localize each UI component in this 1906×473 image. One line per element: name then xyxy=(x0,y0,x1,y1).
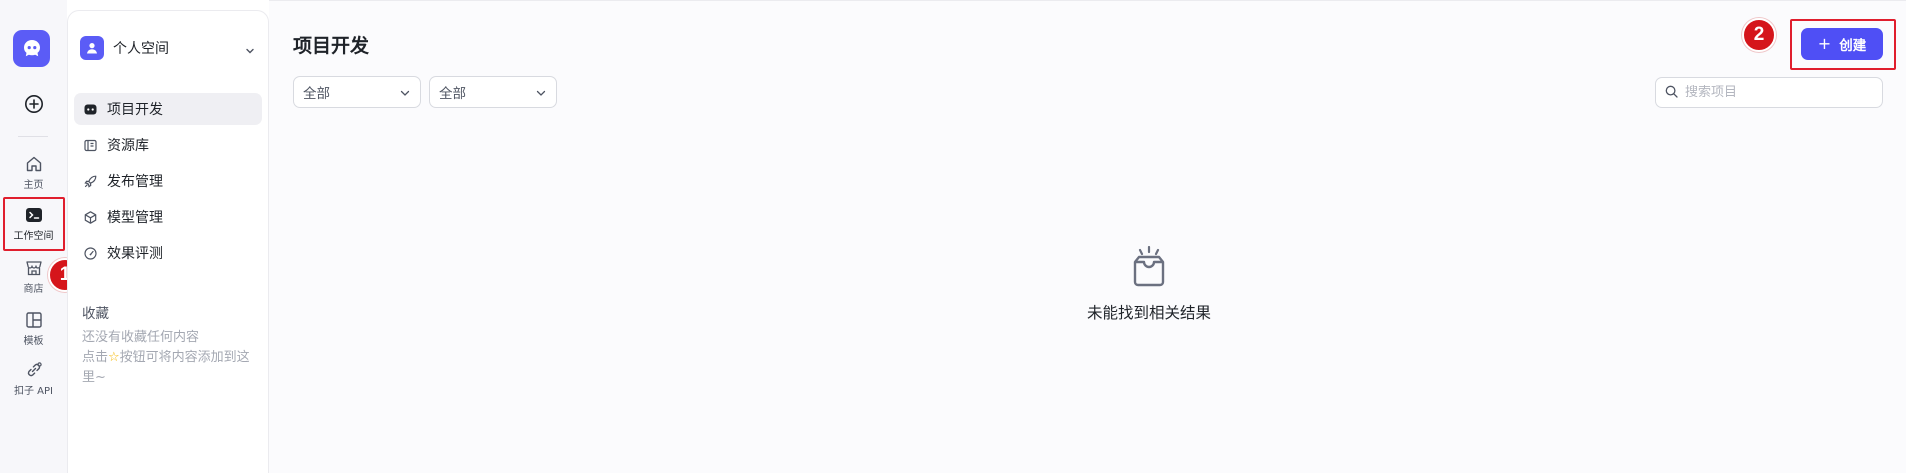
create-button[interactable]: + 创建 xyxy=(1801,28,1883,60)
nav-item-label: 资源库 xyxy=(107,138,149,154)
rail-divider xyxy=(18,136,48,137)
nav-item-label: 发布管理 xyxy=(107,174,163,190)
empty-inbox-icon xyxy=(999,245,1299,292)
rocket-icon xyxy=(83,174,97,188)
filter-status-value: 全部 xyxy=(439,86,466,102)
add-circle-icon[interactable] xyxy=(0,94,67,114)
rail-label: 模板 xyxy=(23,336,44,347)
nav-item-models[interactable]: 模型管理 xyxy=(74,201,262,233)
terminal-icon xyxy=(25,206,43,224)
nav-item-evaluation[interactable]: 效果评测 xyxy=(74,237,262,269)
space-name: 个人空间 xyxy=(113,41,169,57)
library-icon xyxy=(83,138,97,152)
nav-item-project-dev[interactable]: 项目开发 xyxy=(74,93,262,125)
rail-item-home[interactable]: 主页 xyxy=(0,155,67,191)
filter-type-value: 全部 xyxy=(303,86,330,102)
plus-icon: + xyxy=(1817,33,1832,53)
create-button-label: 创建 xyxy=(1839,38,1867,54)
rail-label: 扣子 API xyxy=(14,386,53,397)
favorites-empty-line1: 还没有收藏任何内容 xyxy=(82,330,200,345)
nav-item-label: 项目开发 xyxy=(107,102,163,118)
nav-item-publish[interactable]: 发布管理 xyxy=(74,165,262,197)
star-icon: ☆ xyxy=(108,350,120,365)
rail-item-workspace[interactable]: 工作空间 xyxy=(0,206,67,242)
rail-item-api[interactable]: 扣子 API xyxy=(0,361,67,397)
store-icon xyxy=(25,259,43,277)
rail-label: 主页 xyxy=(23,180,44,191)
left-rail: 主页 工作空间 商店 模板 扣子 API xyxy=(0,0,67,473)
favorites-empty-text: 还没有收藏任何内容 点击☆按钮可将内容添加到这里~ xyxy=(82,328,262,388)
nav-item-label: 模型管理 xyxy=(107,210,163,226)
space-switcher[interactable]: 个人空间 xyxy=(80,35,258,61)
main-content: 项目开发 全部 全部 + 创建 未能找到相关结果 xyxy=(269,0,1906,473)
favorites-empty-prefix: 点击 xyxy=(82,350,109,365)
search-icon xyxy=(1665,83,1678,102)
filter-status-select[interactable]: 全部 xyxy=(429,76,557,108)
rail-item-templates[interactable]: 模板 xyxy=(0,311,67,347)
rail-label: 商店 xyxy=(23,284,44,295)
home-icon xyxy=(25,155,43,173)
empty-state-text: 未能找到相关结果 xyxy=(1086,304,1211,322)
nav-item-label: 效果评测 xyxy=(107,246,163,262)
nav-item-library[interactable]: 资源库 xyxy=(74,129,262,161)
step-marker-2: 2 xyxy=(1742,18,1776,52)
search-box[interactable] xyxy=(1655,77,1883,108)
page-title: 项目开发 xyxy=(293,35,370,57)
chevron-down-icon xyxy=(244,42,256,61)
secondary-nav: 个人空间 项目开发 资源库 发布管理 模型管理 效果评测 收藏 还没有收藏任何内… xyxy=(67,10,269,473)
app-logo-icon[interactable] xyxy=(13,30,50,67)
cube-icon xyxy=(83,210,97,224)
rail-label: 工作空间 xyxy=(13,231,54,242)
favorites-empty-line2: 点击☆按钮可将内容添加到这里~ xyxy=(82,348,262,388)
link-icon xyxy=(25,361,43,379)
bot-icon xyxy=(83,102,97,116)
chevron-down-icon xyxy=(535,87,547,103)
chevron-down-icon xyxy=(399,87,411,103)
empty-state: 未能找到相关结果 xyxy=(999,245,1299,323)
user-avatar-icon xyxy=(80,36,104,60)
layout-icon xyxy=(25,311,43,329)
search-input[interactable] xyxy=(1685,85,1875,100)
favorites-title: 收藏 xyxy=(82,306,109,322)
filter-type-select[interactable]: 全部 xyxy=(293,76,421,108)
gauge-icon xyxy=(83,246,97,260)
